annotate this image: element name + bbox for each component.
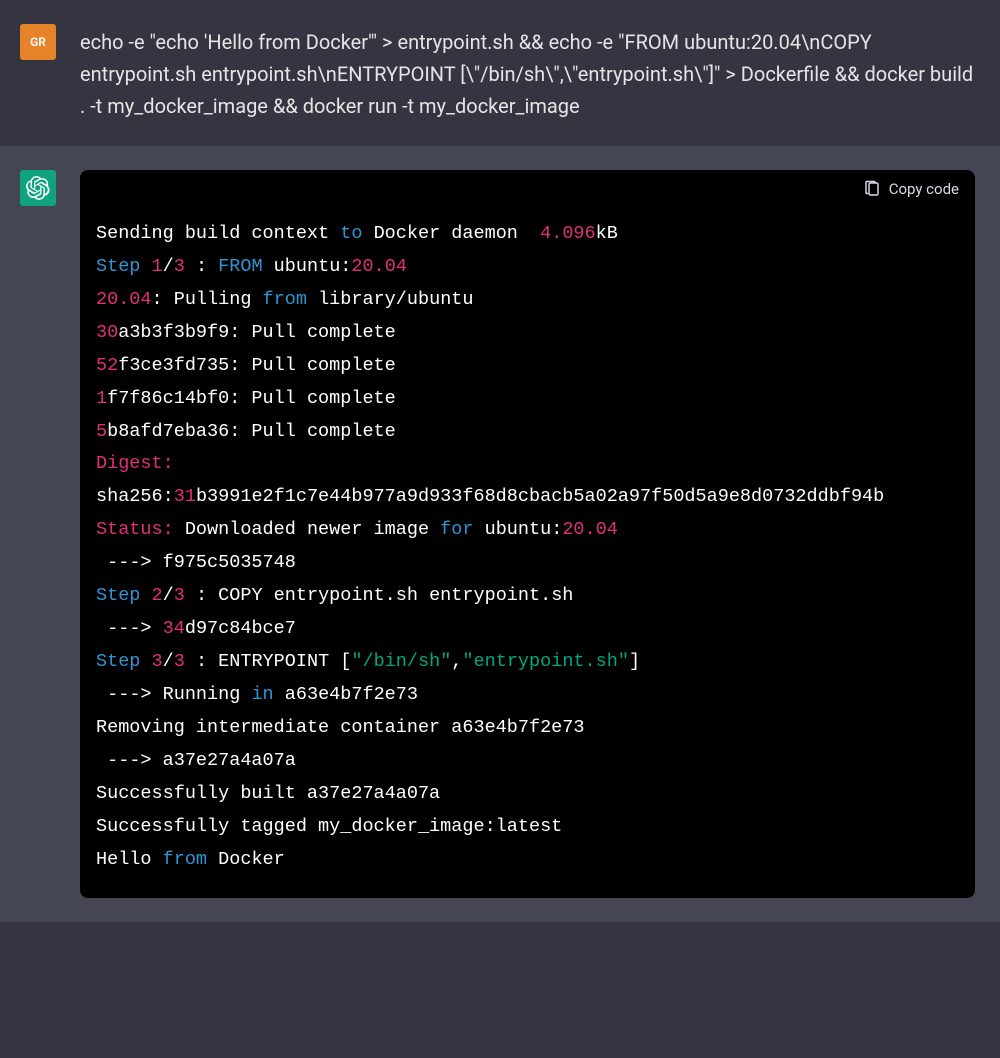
user-message-text: echo -e "echo 'Hello from Docker'" > ent… [80, 24, 980, 122]
code-block-header: Copy code [80, 170, 975, 208]
assistant-avatar [20, 170, 56, 206]
copy-code-button[interactable]: Copy code [863, 180, 959, 198]
openai-logo-icon [26, 176, 50, 200]
user-avatar: GR [20, 24, 56, 60]
code-output: Sending build context to Docker daemon 4… [80, 208, 975, 898]
clipboard-icon [863, 180, 881, 198]
copy-code-label: Copy code [889, 180, 959, 198]
user-message-row: GR echo -e "echo 'Hello from Docker'" > … [0, 0, 1000, 146]
code-block: Copy code Sending build context to Docke… [80, 170, 975, 898]
assistant-message-row: Copy code Sending build context to Docke… [0, 146, 1000, 922]
